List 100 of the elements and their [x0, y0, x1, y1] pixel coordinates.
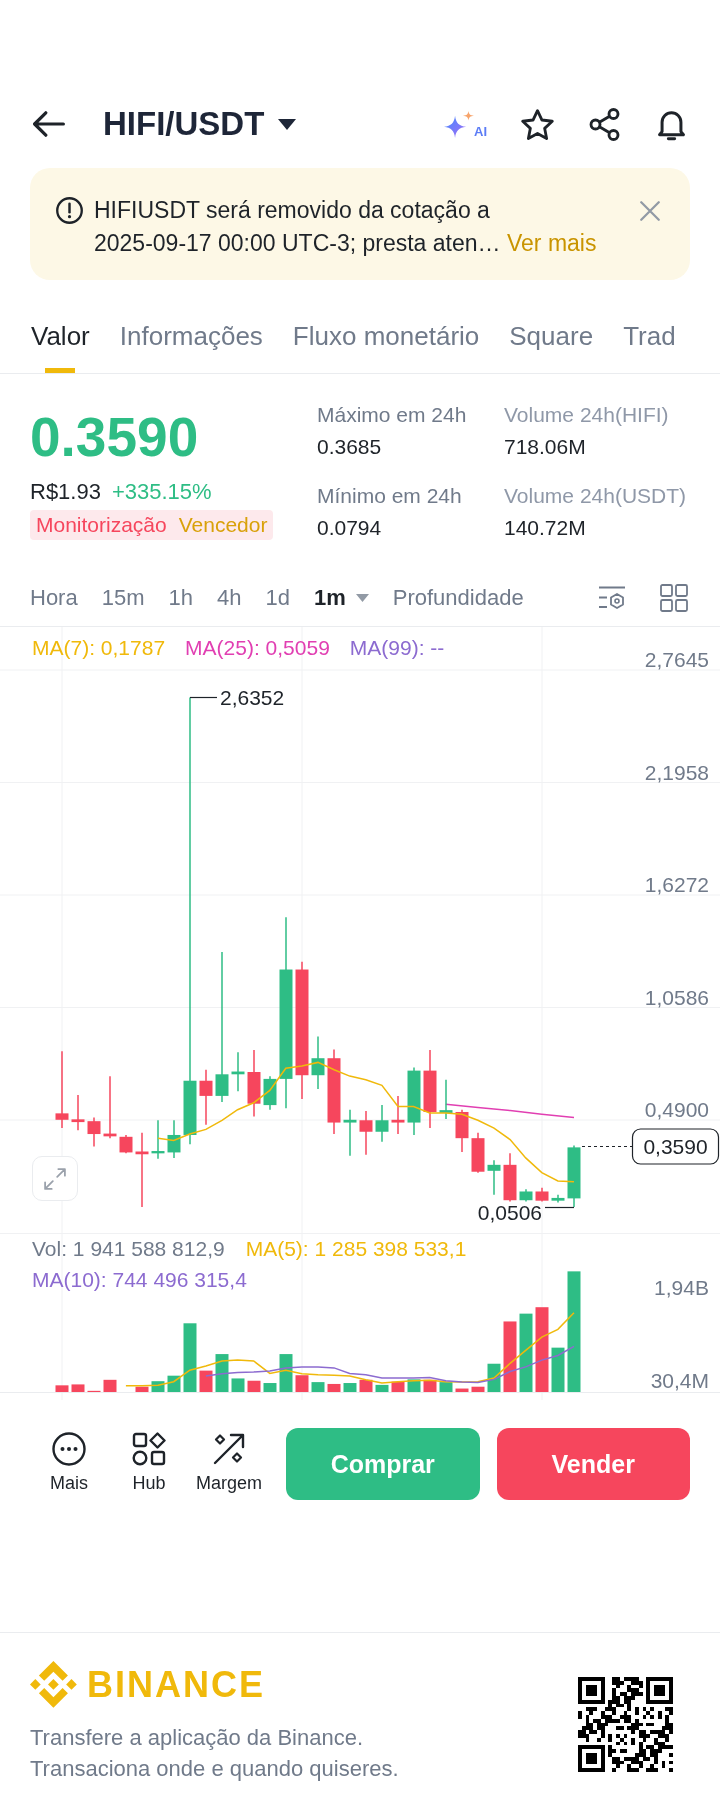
candle: [231, 1051, 245, 1093]
hub-button[interactable]: Hub: [112, 1428, 186, 1494]
price-axis-label: 2,7645: [644, 648, 709, 671]
tab[interactable]: Square: [509, 319, 594, 373]
stat-value: 0.3685: [317, 434, 383, 460]
more-link[interactable]: Ver mais: [506, 230, 597, 256]
volume-bar: [71, 1384, 85, 1392]
price-axis-label: 1,0586: [644, 985, 709, 1009]
qr-code-icon: [578, 1677, 673, 1772]
status-tag: Monitorização: [30, 510, 173, 540]
brand-name: BINANCE: [87, 1664, 265, 1705]
volume-bar: [295, 1375, 309, 1392]
candle: [375, 1104, 389, 1143]
volume-bar: [343, 1383, 357, 1392]
volume-axis-label: 30,4M: [650, 1369, 709, 1392]
interval-tab[interactable]: 4h: [216, 583, 242, 613]
chart-settings-icon[interactable]: [598, 586, 626, 610]
candle: [519, 1188, 533, 1203]
candle: [343, 1108, 357, 1157]
candle: [119, 1134, 133, 1155]
ai-button[interactable]: AI: [444, 110, 487, 138]
candle: [311, 1035, 325, 1090]
share-icon[interactable]: [588, 107, 621, 141]
buy-button[interactable]: Comprar: [286, 1428, 480, 1500]
interval-tab[interactable]: 15m: [101, 583, 145, 613]
volume-bar: [455, 1388, 469, 1392]
candle: [407, 1066, 421, 1136]
candle: [487, 1159, 501, 1196]
volume-bar: [279, 1354, 293, 1392]
interval-tab[interactable]: Profundidade: [392, 583, 524, 613]
footer-text: Transaciona onde e quando quiseres.: [30, 1755, 399, 1783]
candle: [471, 1131, 485, 1174]
leader-line: [544, 1206, 575, 1209]
candle: [455, 1108, 469, 1153]
volume-indicator-label: Vol: 1 941 588 812,9: [32, 1236, 225, 1262]
expand-icon: [44, 1167, 66, 1190]
volume-bar: [55, 1385, 69, 1392]
warning-icon: [56, 197, 83, 224]
interval-tab[interactable]: Hora: [30, 583, 78, 613]
footer-text: Transfere a aplicação da Binance.: [30, 1724, 365, 1752]
candle: [391, 1095, 405, 1135]
last-price-line: [581, 1146, 633, 1147]
candle: [535, 1187, 549, 1203]
volume-bar: [199, 1370, 213, 1392]
volume-bar: [423, 1379, 437, 1392]
price-axis-label: 0,4900: [644, 1098, 709, 1121]
close-icon[interactable]: [640, 201, 660, 221]
interval-tab[interactable]: 1m: [313, 583, 369, 613]
candle: [247, 1049, 261, 1118]
more-icon: [52, 1432, 86, 1466]
last-price-tag: 0,3590: [631, 1128, 720, 1165]
stat-label: Volume 24h(USDT): [504, 483, 687, 509]
candle: [263, 1075, 277, 1111]
candle: [71, 1094, 85, 1132]
caret-icon: [278, 118, 297, 130]
layout-grid-icon[interactable]: [660, 584, 688, 612]
back-arrow-icon[interactable]: [33, 111, 65, 137]
volume-bar: [263, 1383, 277, 1392]
volume-bar: [551, 1347, 565, 1392]
sell-button[interactable]: Vender: [496, 1428, 690, 1500]
interval-tab[interactable]: 1d: [265, 583, 290, 613]
tab[interactable]: Informações: [119, 319, 263, 373]
status-tag: Vencedor: [172, 510, 274, 540]
volume-bar: [151, 1381, 165, 1392]
volume-bar: [407, 1379, 421, 1392]
candle: [551, 1193, 565, 1204]
price-change: +335.15%: [111, 478, 212, 506]
stat-value: 0.0794: [317, 515, 383, 541]
stat-label: Volume 24h(HIFI): [504, 402, 670, 428]
shapes-grid-icon: [132, 1432, 166, 1466]
candle: [359, 1110, 373, 1156]
tab[interactable]: Valor: [31, 319, 90, 373]
price-axis-label: 2,1958: [644, 760, 709, 784]
volume-bar: [247, 1380, 261, 1392]
candle: [439, 1079, 453, 1120]
leader-line: [189, 696, 218, 699]
volume-bar: [183, 1323, 197, 1392]
tab[interactable]: Fluxo monetário: [292, 319, 480, 373]
last-price: 0.3590: [30, 407, 200, 467]
diagonal-arrow-icon: [212, 1432, 246, 1466]
interval-tab[interactable]: 1h: [168, 583, 193, 613]
pair-selector[interactable]: HIFI/USDT: [103, 104, 297, 144]
volume-bar: [503, 1321, 517, 1392]
candle: [103, 1075, 117, 1139]
volume-bar: [327, 1383, 341, 1392]
more-button[interactable]: Mais: [32, 1428, 106, 1494]
local-price: R$1.93: [30, 478, 101, 506]
candle: [503, 1152, 517, 1203]
candle: [167, 1119, 181, 1159]
low-price-label: 0,0506: [477, 1201, 542, 1224]
volume-bar: [215, 1354, 229, 1392]
sparkle-icon: [444, 110, 474, 138]
volume-indicator-label: MA(5): 1 285 398 533,1: [245, 1236, 467, 1262]
margin-button[interactable]: Margem: [192, 1428, 266, 1494]
volume-bar: [311, 1382, 325, 1392]
tab[interactable]: Trad: [623, 319, 676, 373]
star-icon[interactable]: [521, 107, 554, 141]
price-axis-label: 1,6272: [644, 873, 709, 896]
volume-bar: [135, 1386, 149, 1392]
volume-axis-label: 1,94B: [654, 1276, 709, 1299]
